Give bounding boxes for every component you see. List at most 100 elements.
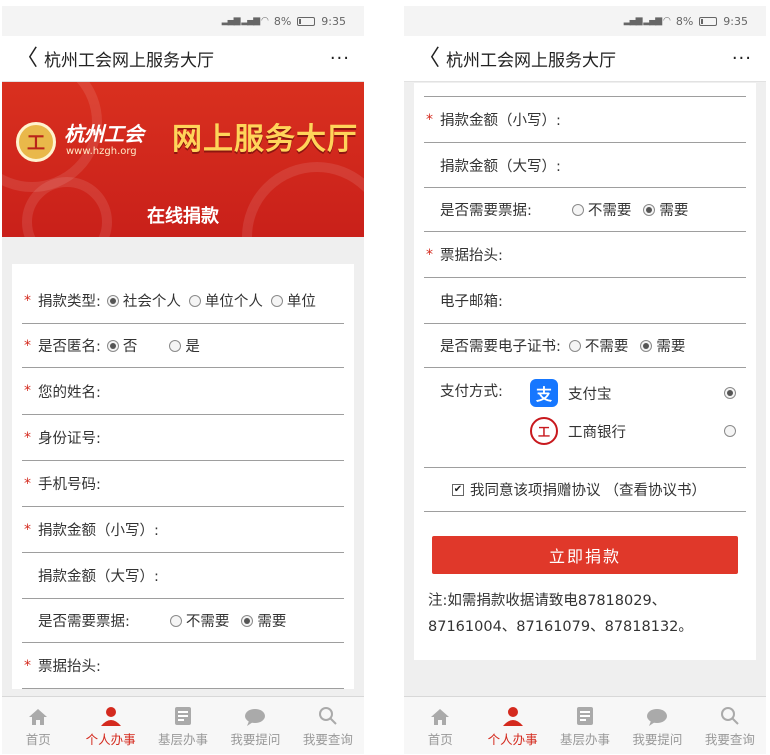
need-receipt-options: 不需要 需要 <box>169 610 295 631</box>
amount-small-field[interactable]: * 捐款金额（小写）: <box>22 507 344 553</box>
tab-home[interactable]: 首页 <box>2 697 74 754</box>
option-label: 单位 <box>286 294 316 310</box>
tab-label: 首页 <box>427 731 453 747</box>
back-button[interactable]: 〈 <box>418 47 442 70</box>
field-label: 捐款金额（小写）: <box>38 523 159 539</box>
payment-option-alipay[interactable]: 支 支付宝 <box>530 374 740 412</box>
anonymous-options: 否 是 <box>106 335 208 356</box>
need-receipt-options: 不需要 需要 <box>571 199 697 220</box>
donate-now-button[interactable]: 立即捐款 <box>432 536 738 574</box>
amount-big-field[interactable]: 捐款金额（大写）: <box>424 143 746 188</box>
required-mark: * <box>24 292 31 309</box>
form-scroll-area: * 捐款金额（小写）: 捐款金额（大写）: 是否需要票据: 不需要 需要 * 票… <box>404 83 766 696</box>
required-mark: * <box>24 475 31 492</box>
document-icon <box>174 704 192 726</box>
field-label: 电子邮箱: <box>440 294 503 310</box>
option-needed[interactable]: 需要 <box>640 335 685 356</box>
radio-icon <box>640 339 653 352</box>
field-label: 是否匿名: <box>38 339 101 355</box>
banner-url: www.hzgh.org <box>66 146 137 157</box>
tab-query[interactable]: 我要查询 <box>292 697 364 754</box>
field-label: 票据抬头: <box>38 659 101 675</box>
clock: 9:35 <box>321 14 346 28</box>
field-label: 是否需要电子证书: <box>440 339 561 355</box>
option-needed[interactable]: 需要 <box>643 199 688 220</box>
field-label: 您的姓名: <box>38 384 101 401</box>
more-menu-button[interactable]: ··· <box>732 48 752 69</box>
payment-method-row: 支付方式: 支 支付宝 工 工商银行 <box>424 368 746 468</box>
required-mark: * <box>24 337 31 354</box>
amount-small-field[interactable]: * 捐款金额（小写）: <box>424 97 746 143</box>
need-certificate-options: 不需要 需要 <box>568 335 694 356</box>
phone-screen-left: ▂▄▆ ▂▄▆ ◠ 8% 9:35 〈 杭州工会网上服务大厅 ··· 工 杭州工… <box>2 6 364 754</box>
anonymous-row: * 是否匿名: 否 是 <box>22 324 344 368</box>
option-no[interactable]: 否 <box>106 335 137 356</box>
payment-option-icbc[interactable]: 工 工商银行 <box>530 412 740 450</box>
tab-ask[interactable]: 我要提问 <box>621 697 693 754</box>
tab-query[interactable]: 我要查询 <box>694 697 766 754</box>
field-label: 支付方式: <box>440 384 503 400</box>
banner-brand: 杭州工会 <box>64 122 144 146</box>
radio-icon <box>169 614 182 627</box>
required-mark: * <box>24 657 31 674</box>
field-label: 身份证号: <box>38 431 101 447</box>
id-number-field[interactable]: * 身份证号: <box>22 415 344 461</box>
tab-personal[interactable]: 个人办事 <box>476 697 548 754</box>
option-label: 单位个人 <box>204 294 263 310</box>
required-mark: * <box>24 383 31 399</box>
alipay-icon: 支 <box>530 379 558 407</box>
agreement-checkbox[interactable]: ✔ <box>452 483 464 496</box>
option-label: 需要 <box>257 614 287 630</box>
required-mark: * <box>24 429 31 446</box>
previous-row-edge <box>424 83 746 97</box>
signal-icon: ▂▄▆ ▂▄▆ ◠ <box>623 16 671 26</box>
view-agreement-link[interactable]: （查看协议书） <box>605 479 707 500</box>
receipt-title-field[interactable]: * 票据抬头: <box>22 643 344 689</box>
payment-name: 支付宝 <box>568 386 612 403</box>
payment-options: 支 支付宝 工 工商银行 <box>530 374 740 450</box>
need-receipt-row: 是否需要票据: 不需要 需要 <box>22 599 344 643</box>
required-mark: * <box>426 111 433 128</box>
tab-label: 我要查询 <box>302 731 353 747</box>
option-yes[interactable]: 是 <box>169 335 200 356</box>
home-icon <box>28 704 48 726</box>
radio-icon <box>568 339 581 352</box>
required-mark: * <box>24 521 31 538</box>
option-social-individual[interactable]: 社会个人 <box>106 290 181 311</box>
tab-ask[interactable]: 我要提问 <box>219 697 291 754</box>
back-button[interactable]: 〈 <box>16 47 40 70</box>
more-menu-button[interactable]: ··· <box>330 48 350 69</box>
option-label: 不需要 <box>587 203 632 219</box>
tab-personal[interactable]: 个人办事 <box>74 697 146 754</box>
tab-home[interactable]: 首页 <box>404 697 476 754</box>
tab-label: 基层办事 <box>560 731 611 747</box>
option-label: 需要 <box>656 339 686 355</box>
donation-type-options: 社会个人 单位个人 单位 <box>106 290 316 311</box>
search-icon <box>720 704 740 726</box>
tab-label: 我要提问 <box>230 731 281 747</box>
amount-big-field[interactable]: 捐款金额（大写）: <box>22 553 344 599</box>
radio-icon <box>106 339 119 352</box>
phone-field[interactable]: * 手机号码: <box>22 461 344 507</box>
option-not-needed[interactable]: 不需要 <box>169 610 229 631</box>
email-field[interactable]: 电子邮箱: <box>424 278 746 324</box>
option-unit-individual[interactable]: 单位个人 <box>188 290 263 311</box>
option-not-needed[interactable]: 不需要 <box>568 335 628 356</box>
option-not-needed[interactable]: 不需要 <box>571 199 632 220</box>
option-unit[interactable]: 单位 <box>270 290 316 311</box>
tab-grassroots[interactable]: 基层办事 <box>147 697 219 754</box>
field-label: 捐款金额（小写）: <box>440 113 561 129</box>
field-label: 捐款金额（大写）: <box>440 158 561 175</box>
status-bar: ▂▄▆ ▂▄▆ ◠ 8% 9:35 <box>2 6 364 36</box>
name-field[interactable]: * 您的姓名: <box>22 368 344 415</box>
tab-grassroots[interactable]: 基层办事 <box>549 697 621 754</box>
tab-label: 个人办事 <box>487 731 538 747</box>
need-certificate-row: 是否需要电子证书: 不需要 需要 <box>424 324 746 368</box>
person-icon <box>502 704 524 726</box>
receipt-title-field[interactable]: * 票据抬头: <box>424 232 746 278</box>
page-title: 杭州工会网上服务大厅 <box>446 51 616 71</box>
union-logo-icon: 工 <box>16 122 56 162</box>
option-needed[interactable]: 需要 <box>241 610 286 631</box>
chat-bubble-icon <box>646 704 668 726</box>
radio-icon <box>169 339 182 352</box>
